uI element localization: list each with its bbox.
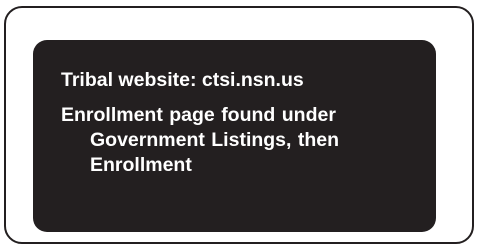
tribal-website-text: Tribal website: ctsi.nsn.us bbox=[61, 69, 304, 91]
info-panel: Tribal website: ctsi.nsn.us Enrollment p… bbox=[33, 40, 436, 232]
enrollment-instructions-text: Enrollment page found under Government L… bbox=[61, 104, 340, 176]
